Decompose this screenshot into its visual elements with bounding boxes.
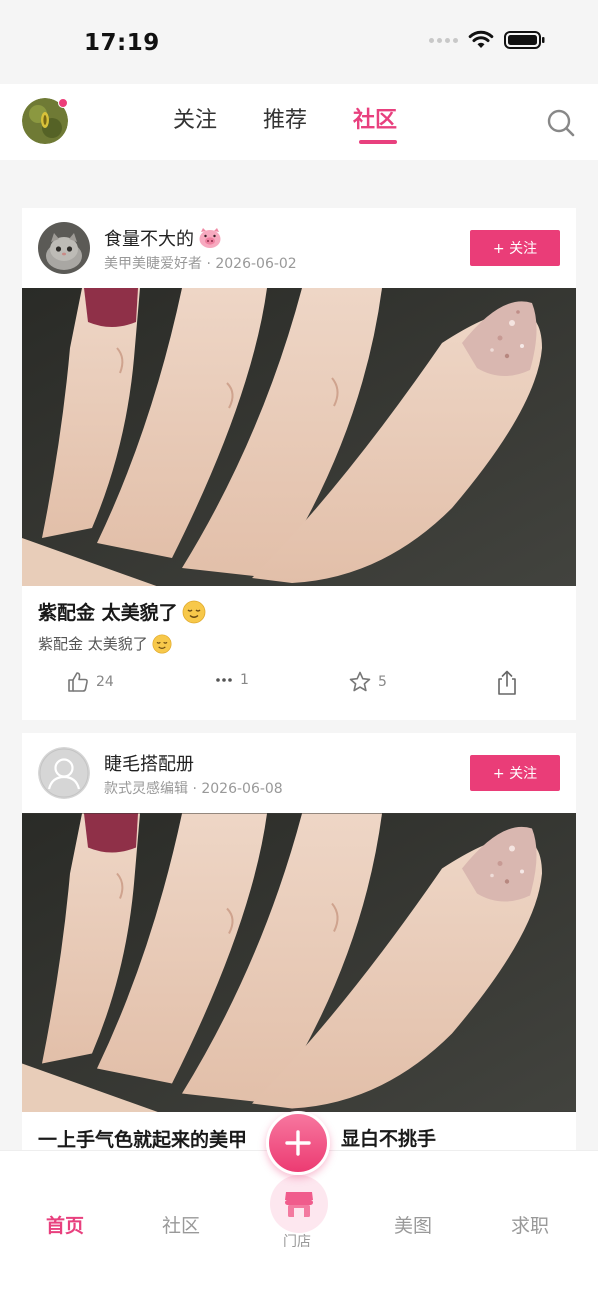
store-icon	[285, 1192, 313, 1217]
search-icon	[547, 109, 575, 137]
relieved-face-icon	[152, 634, 172, 653]
post-desc-text: 紫配金 太美貌了	[38, 635, 148, 653]
post-image[interactable]	[22, 813, 576, 1112]
relieved-face-icon	[182, 600, 206, 623]
post-title[interactable]: 紫配金 太美貌了	[22, 586, 576, 625]
wifi-icon	[468, 30, 494, 48]
post-card[interactable]: 睫毛搭配册 款式灵感编辑 · 2026-06-08 + 关注 一上手气色就起来的…	[22, 733, 576, 1163]
tab-following[interactable]: 关注	[173, 102, 217, 134]
active-tab-indicator	[359, 140, 397, 144]
bottom-tab-jobs[interactable]: 求职	[511, 1211, 549, 1238]
thumbs-up-icon	[68, 672, 88, 692]
post-card[interactable]: 食量不大的 美甲美睫爱好者 · 2026-06-02 + 关注 紫配金 太美貌了…	[22, 208, 576, 720]
like-count: 24	[96, 674, 114, 690]
favorite-count: 5	[378, 674, 387, 690]
top-nav: 关注 推荐 社区	[0, 84, 598, 160]
bottom-tab-gallery[interactable]: 美图	[394, 1211, 432, 1238]
star-icon	[349, 671, 371, 692]
share-icon	[498, 670, 516, 695]
post-title-text: 紫配金 太美貌了	[38, 602, 178, 624]
more-dots-icon	[216, 678, 232, 682]
author-name-text: 睫毛搭配册	[104, 754, 194, 775]
tab-community[interactable]: 社区	[353, 102, 397, 134]
author-name[interactable]: 睫毛搭配册	[104, 750, 194, 776]
battery-icon	[504, 31, 545, 49]
pig-face-icon	[199, 228, 221, 248]
notification-dot	[58, 98, 68, 108]
comment-count: 1	[240, 672, 249, 688]
share-button[interactable]	[496, 670, 518, 696]
author-meta: 美甲美睫爱好者 · 2026-06-02	[104, 256, 297, 272]
post-title-text-right: 显白不挑手	[341, 1128, 437, 1150]
search-button[interactable]	[546, 108, 576, 138]
bottom-tab-home[interactable]: 首页	[46, 1211, 84, 1238]
author-name-text: 食量不大的	[104, 229, 194, 250]
bottom-tab-community[interactable]: 社区	[162, 1211, 200, 1238]
store-label: 门店	[283, 1234, 311, 1250]
follow-button[interactable]: + 关注	[470, 755, 560, 791]
create-post-button[interactable]	[266, 1111, 330, 1175]
bottom-tab-store[interactable]	[270, 1175, 328, 1233]
status-time: 17:19	[84, 30, 160, 56]
post-image[interactable]	[22, 288, 576, 586]
like-button[interactable]: 24	[66, 670, 114, 694]
plus-icon	[285, 1130, 311, 1156]
author-avatar[interactable]	[38, 222, 90, 274]
post-description: 紫配金 太美貌了	[22, 625, 576, 654]
favorite-button[interactable]: 5	[348, 670, 387, 694]
follow-button[interactable]: + 关注	[470, 230, 560, 266]
cellular-signal-icon	[429, 37, 458, 43]
author-avatar[interactable]	[38, 747, 90, 799]
status-bar: 17:19	[0, 0, 598, 84]
post-title-text-left: 一上手气色就起来的美甲	[38, 1128, 248, 1151]
comment-button[interactable]: 1	[214, 670, 249, 690]
post-header: 睫毛搭配册 款式灵感编辑 · 2026-06-08 + 关注	[22, 733, 576, 813]
author-name[interactable]: 食量不大的	[104, 225, 222, 251]
tab-recommended[interactable]: 推荐	[263, 102, 307, 134]
post-actions: 24 1 5	[22, 654, 576, 716]
status-icons	[429, 30, 546, 50]
author-meta: 款式灵感编辑 · 2026-06-08	[104, 781, 283, 797]
post-header: 食量不大的 美甲美睫爱好者 · 2026-06-02 + 关注	[22, 208, 576, 288]
default-avatar-icon	[38, 747, 90, 799]
